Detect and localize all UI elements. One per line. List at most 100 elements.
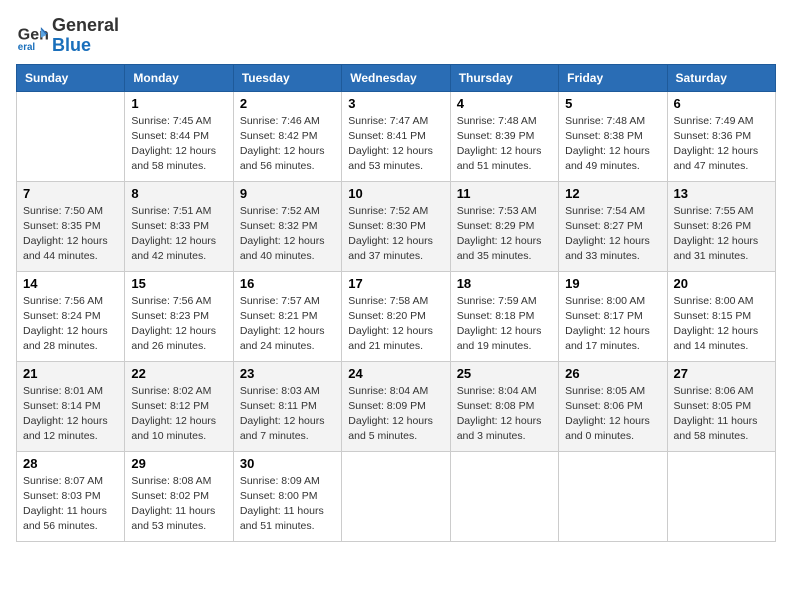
calendar-cell: 6 Sunrise: 7:49 AMSunset: 8:36 PMDayligh… xyxy=(667,91,775,181)
day-number: 22 xyxy=(131,366,226,381)
day-info: Sunrise: 8:06 AMSunset: 8:05 PMDaylight:… xyxy=(674,384,769,445)
calendar-cell: 28 Sunrise: 8:07 AMSunset: 8:03 PMDaylig… xyxy=(17,451,125,541)
day-number: 3 xyxy=(348,96,443,111)
calendar-cell xyxy=(342,451,450,541)
calendar-cell xyxy=(450,451,558,541)
calendar-cell: 3 Sunrise: 7:47 AMSunset: 8:41 PMDayligh… xyxy=(342,91,450,181)
day-number: 16 xyxy=(240,276,335,291)
day-number: 6 xyxy=(674,96,769,111)
day-info: Sunrise: 8:00 AMSunset: 8:15 PMDaylight:… xyxy=(674,294,769,355)
calendar-cell: 9 Sunrise: 7:52 AMSunset: 8:32 PMDayligh… xyxy=(233,181,341,271)
day-number: 8 xyxy=(131,186,226,201)
day-info: Sunrise: 8:09 AMSunset: 8:00 PMDaylight:… xyxy=(240,474,335,535)
calendar-cell: 15 Sunrise: 7:56 AMSunset: 8:23 PMDaylig… xyxy=(125,271,233,361)
day-info: Sunrise: 7:52 AMSunset: 8:32 PMDaylight:… xyxy=(240,204,335,265)
day-info: Sunrise: 7:59 AMSunset: 8:18 PMDaylight:… xyxy=(457,294,552,355)
day-info: Sunrise: 7:54 AMSunset: 8:27 PMDaylight:… xyxy=(565,204,660,265)
logo: Gen eral General Blue xyxy=(16,16,119,56)
calendar-cell: 23 Sunrise: 8:03 AMSunset: 8:11 PMDaylig… xyxy=(233,361,341,451)
day-number: 2 xyxy=(240,96,335,111)
day-info: Sunrise: 7:48 AMSunset: 8:38 PMDaylight:… xyxy=(565,114,660,175)
day-number: 9 xyxy=(240,186,335,201)
calendar-cell: 5 Sunrise: 7:48 AMSunset: 8:38 PMDayligh… xyxy=(559,91,667,181)
calendar-cell: 30 Sunrise: 8:09 AMSunset: 8:00 PMDaylig… xyxy=(233,451,341,541)
calendar-cell: 16 Sunrise: 7:57 AMSunset: 8:21 PMDaylig… xyxy=(233,271,341,361)
day-info: Sunrise: 8:00 AMSunset: 8:17 PMDaylight:… xyxy=(565,294,660,355)
day-number: 24 xyxy=(348,366,443,381)
day-info: Sunrise: 8:04 AMSunset: 8:08 PMDaylight:… xyxy=(457,384,552,445)
day-info: Sunrise: 7:52 AMSunset: 8:30 PMDaylight:… xyxy=(348,204,443,265)
day-number: 19 xyxy=(565,276,660,291)
day-number: 26 xyxy=(565,366,660,381)
day-info: Sunrise: 7:48 AMSunset: 8:39 PMDaylight:… xyxy=(457,114,552,175)
day-number: 25 xyxy=(457,366,552,381)
col-header-friday: Friday xyxy=(559,64,667,91)
calendar-cell: 18 Sunrise: 7:59 AMSunset: 8:18 PMDaylig… xyxy=(450,271,558,361)
day-info: Sunrise: 7:45 AMSunset: 8:44 PMDaylight:… xyxy=(131,114,226,175)
day-info: Sunrise: 8:02 AMSunset: 8:12 PMDaylight:… xyxy=(131,384,226,445)
day-number: 17 xyxy=(348,276,443,291)
calendar-cell: 29 Sunrise: 8:08 AMSunset: 8:02 PMDaylig… xyxy=(125,451,233,541)
calendar-cell: 26 Sunrise: 8:05 AMSunset: 8:06 PMDaylig… xyxy=(559,361,667,451)
day-info: Sunrise: 7:50 AMSunset: 8:35 PMDaylight:… xyxy=(23,204,118,265)
col-header-thursday: Thursday xyxy=(450,64,558,91)
day-info: Sunrise: 8:01 AMSunset: 8:14 PMDaylight:… xyxy=(23,384,118,445)
calendar-cell: 14 Sunrise: 7:56 AMSunset: 8:24 PMDaylig… xyxy=(17,271,125,361)
day-number: 21 xyxy=(23,366,118,381)
day-info: Sunrise: 7:55 AMSunset: 8:26 PMDaylight:… xyxy=(674,204,769,265)
day-info: Sunrise: 7:49 AMSunset: 8:36 PMDaylight:… xyxy=(674,114,769,175)
page-header: Gen eral General Blue xyxy=(16,16,776,56)
day-info: Sunrise: 7:47 AMSunset: 8:41 PMDaylight:… xyxy=(348,114,443,175)
col-header-monday: Monday xyxy=(125,64,233,91)
day-info: Sunrise: 7:56 AMSunset: 8:23 PMDaylight:… xyxy=(131,294,226,355)
calendar-cell: 8 Sunrise: 7:51 AMSunset: 8:33 PMDayligh… xyxy=(125,181,233,271)
day-number: 12 xyxy=(565,186,660,201)
calendar-cell: 24 Sunrise: 8:04 AMSunset: 8:09 PMDaylig… xyxy=(342,361,450,451)
day-info: Sunrise: 8:05 AMSunset: 8:06 PMDaylight:… xyxy=(565,384,660,445)
calendar-cell: 20 Sunrise: 8:00 AMSunset: 8:15 PMDaylig… xyxy=(667,271,775,361)
day-info: Sunrise: 8:07 AMSunset: 8:03 PMDaylight:… xyxy=(23,474,118,535)
calendar-cell: 4 Sunrise: 7:48 AMSunset: 8:39 PMDayligh… xyxy=(450,91,558,181)
calendar-cell: 2 Sunrise: 7:46 AMSunset: 8:42 PMDayligh… xyxy=(233,91,341,181)
day-number: 18 xyxy=(457,276,552,291)
svg-text:eral: eral xyxy=(18,42,36,52)
calendar-cell: 10 Sunrise: 7:52 AMSunset: 8:30 PMDaylig… xyxy=(342,181,450,271)
col-header-saturday: Saturday xyxy=(667,64,775,91)
calendar-cell: 22 Sunrise: 8:02 AMSunset: 8:12 PMDaylig… xyxy=(125,361,233,451)
day-info: Sunrise: 7:57 AMSunset: 8:21 PMDaylight:… xyxy=(240,294,335,355)
day-number: 1 xyxy=(131,96,226,111)
calendar-cell: 7 Sunrise: 7:50 AMSunset: 8:35 PMDayligh… xyxy=(17,181,125,271)
day-info: Sunrise: 7:58 AMSunset: 8:20 PMDaylight:… xyxy=(348,294,443,355)
day-info: Sunrise: 8:08 AMSunset: 8:02 PMDaylight:… xyxy=(131,474,226,535)
calendar-cell xyxy=(667,451,775,541)
calendar-cell xyxy=(17,91,125,181)
calendar-cell xyxy=(559,451,667,541)
day-number: 29 xyxy=(131,456,226,471)
day-number: 11 xyxy=(457,186,552,201)
day-number: 20 xyxy=(674,276,769,291)
calendar-cell: 21 Sunrise: 8:01 AMSunset: 8:14 PMDaylig… xyxy=(17,361,125,451)
day-info: Sunrise: 7:53 AMSunset: 8:29 PMDaylight:… xyxy=(457,204,552,265)
day-info: Sunrise: 7:46 AMSunset: 8:42 PMDaylight:… xyxy=(240,114,335,175)
calendar-cell: 1 Sunrise: 7:45 AMSunset: 8:44 PMDayligh… xyxy=(125,91,233,181)
calendar-cell: 17 Sunrise: 7:58 AMSunset: 8:20 PMDaylig… xyxy=(342,271,450,361)
calendar-cell: 13 Sunrise: 7:55 AMSunset: 8:26 PMDaylig… xyxy=(667,181,775,271)
day-number: 28 xyxy=(23,456,118,471)
day-info: Sunrise: 8:03 AMSunset: 8:11 PMDaylight:… xyxy=(240,384,335,445)
calendar-cell: 25 Sunrise: 8:04 AMSunset: 8:08 PMDaylig… xyxy=(450,361,558,451)
day-info: Sunrise: 7:51 AMSunset: 8:33 PMDaylight:… xyxy=(131,204,226,265)
day-number: 13 xyxy=(674,186,769,201)
col-header-tuesday: Tuesday xyxy=(233,64,341,91)
calendar-cell: 27 Sunrise: 8:06 AMSunset: 8:05 PMDaylig… xyxy=(667,361,775,451)
day-number: 30 xyxy=(240,456,335,471)
day-number: 5 xyxy=(565,96,660,111)
col-header-sunday: Sunday xyxy=(17,64,125,91)
day-number: 7 xyxy=(23,186,118,201)
day-info: Sunrise: 8:04 AMSunset: 8:09 PMDaylight:… xyxy=(348,384,443,445)
day-number: 4 xyxy=(457,96,552,111)
calendar-cell: 11 Sunrise: 7:53 AMSunset: 8:29 PMDaylig… xyxy=(450,181,558,271)
day-info: Sunrise: 7:56 AMSunset: 8:24 PMDaylight:… xyxy=(23,294,118,355)
day-number: 10 xyxy=(348,186,443,201)
calendar-cell: 12 Sunrise: 7:54 AMSunset: 8:27 PMDaylig… xyxy=(559,181,667,271)
day-number: 23 xyxy=(240,366,335,381)
